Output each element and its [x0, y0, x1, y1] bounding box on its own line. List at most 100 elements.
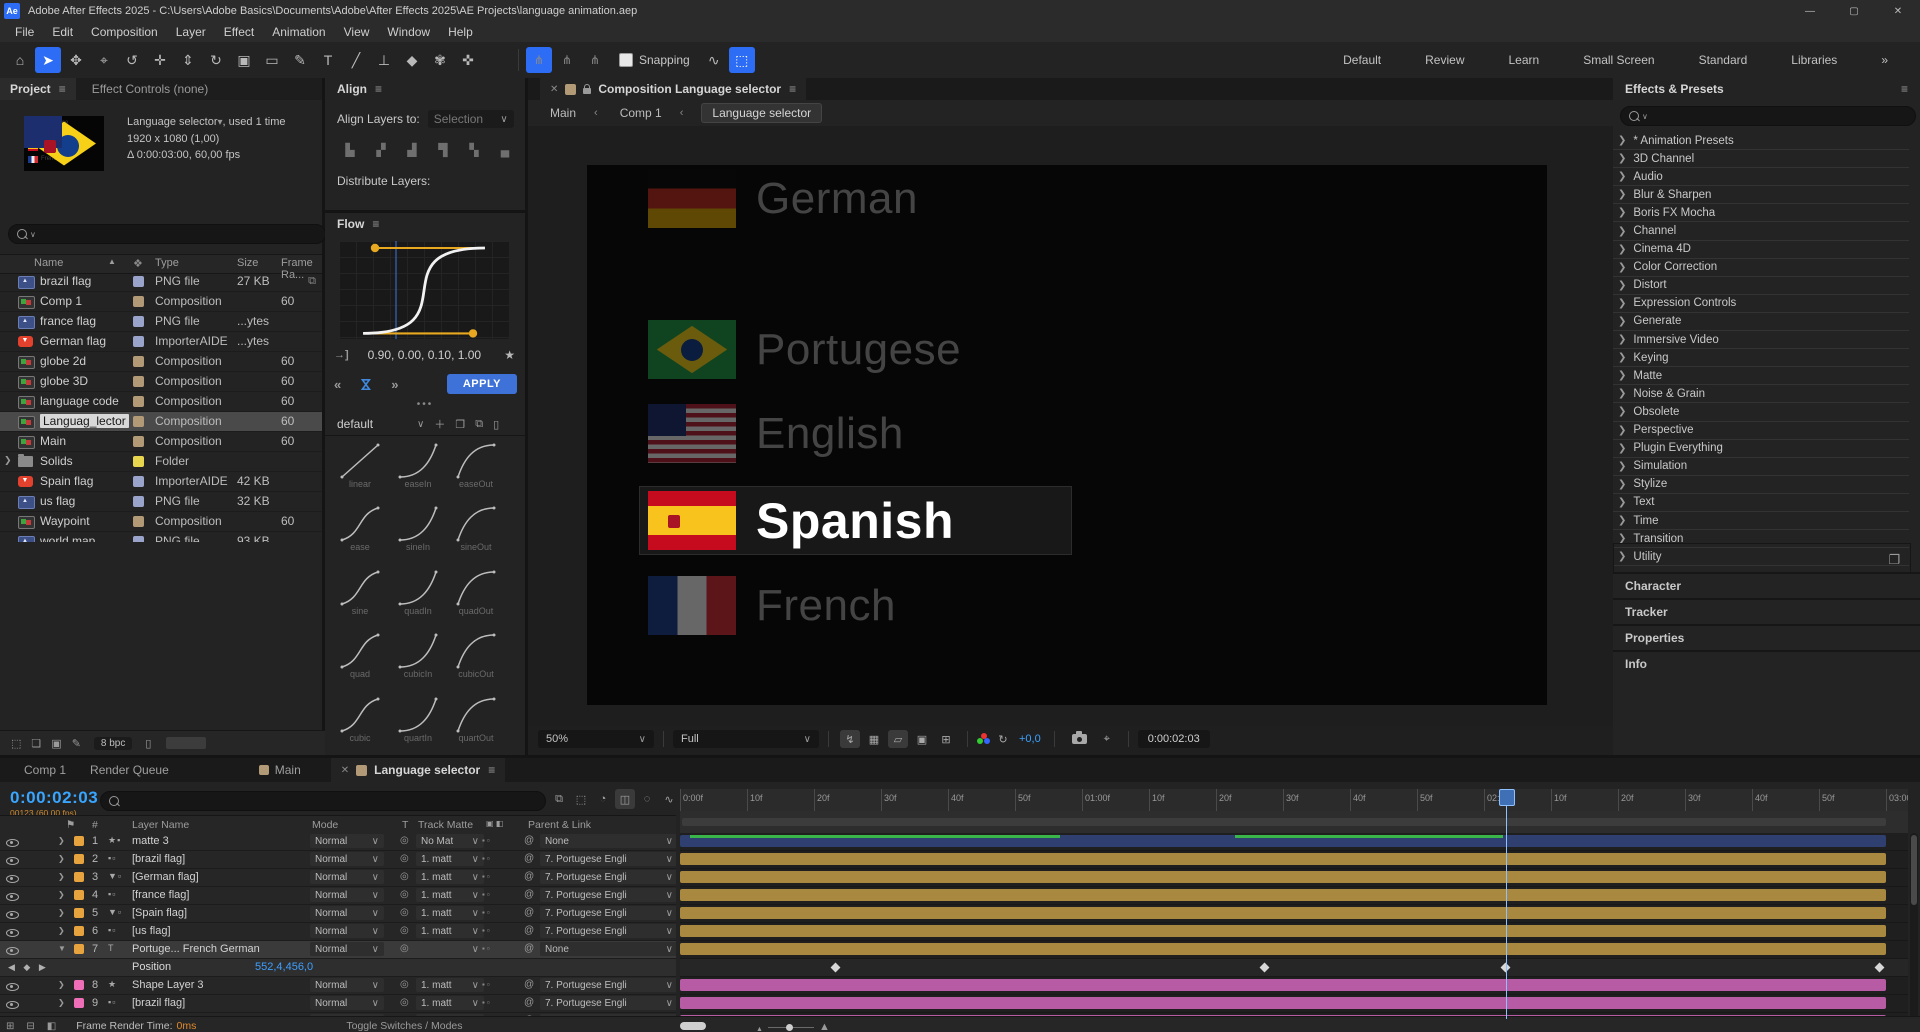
tab-language-selector[interactable]: ✕ Language selector ≡	[331, 758, 505, 782]
more-workspaces-button[interactable]: »	[1859, 53, 1910, 67]
chevron-right-icon[interactable]: ❯	[1618, 352, 1626, 363]
track-matte-dropdown[interactable]: 1. matt∨	[416, 924, 484, 938]
dolly-camera-tool-icon[interactable]: ⇕	[175, 47, 201, 73]
draft-3d-icon[interactable]: ⬚	[571, 789, 591, 809]
chevron-right-icon[interactable]: ❯	[1618, 189, 1626, 200]
layer-name[interactable]: matte 3	[132, 835, 169, 847]
preset-dropdown[interactable]: default	[337, 417, 373, 431]
parent-link-dropdown[interactable]: 7. Portugese Engli∨	[540, 852, 676, 866]
track-matte-dropdown[interactable]: 1. matt∨	[416, 870, 484, 884]
camera-tool-icon[interactable]: ▣	[231, 47, 257, 73]
menu-item[interactable]: Help	[439, 25, 482, 39]
label-color-chip[interactable]	[133, 316, 144, 327]
easing-preset[interactable]: cubicOut	[447, 631, 505, 693]
chevron-right-icon[interactable]: ❯	[1618, 370, 1626, 381]
pen-tool-icon[interactable]: ✎	[287, 47, 313, 73]
chevron-right-icon[interactable]: ❯	[1618, 425, 1626, 436]
matte-toggle-icons[interactable]: ▪▫	[482, 854, 492, 863]
layer-name[interactable]: [German flag]	[132, 871, 199, 883]
timeline-vertical-scrollbar[interactable]	[1910, 833, 1918, 1019]
effects-category[interactable]: ❯ Boris FX Mocha	[1613, 204, 1909, 222]
label-color-chip[interactable]	[74, 908, 84, 918]
label-color-chip[interactable]	[74, 980, 84, 990]
table-row[interactable]: language code Composition 60	[0, 392, 322, 412]
breadcrumb-main[interactable]: Main	[550, 106, 576, 120]
matte-toggle-icons[interactable]: ▪▫	[482, 998, 492, 1007]
table-row[interactable]: us flag PNG file 32 KB	[0, 492, 322, 512]
toggle-switches-modes-button[interactable]: Toggle Switches / Modes	[346, 1020, 462, 1032]
twirl-icon[interactable]: ❯	[58, 854, 65, 863]
chevron-right-icon[interactable]: ❯	[1618, 226, 1626, 237]
layer-row[interactable]: ❯ 1 ★▪ matte 3 Normal∨ ◎ No Mat∨ ▪▫ @ No…	[0, 833, 676, 851]
keyframe-icon[interactable]	[1875, 963, 1885, 973]
chevron-right-icon[interactable]: ❯	[1618, 262, 1626, 273]
easing-preset[interactable]: cubicIn	[389, 631, 447, 693]
hide-shy-layers-icon[interactable]: ◔	[593, 789, 613, 809]
align-h-center-icon[interactable]: ▞	[368, 140, 394, 160]
label-color-chip[interactable]	[133, 276, 144, 287]
time-ruler[interactable]: 0:00f10f20f30f40f50f01:00f10f20f30f40f50…	[680, 789, 1908, 812]
timeline-horizontal-scrollbar[interactable]	[680, 1022, 706, 1030]
table-row[interactable]: German flag ImporterAIDE ...ytes	[0, 332, 322, 352]
color-depth-button[interactable]: 8 bpc	[94, 737, 132, 750]
effects-category[interactable]: ❯ * Animation Presets	[1613, 132, 1909, 150]
col-size[interactable]: Size	[237, 257, 258, 269]
save-preset-icon[interactable]: ❐	[455, 418, 465, 431]
bezier-values[interactable]: 0.90, 0.00, 0.10, 1.00	[368, 348, 481, 362]
effects-category[interactable]: ❯ Stylize	[1613, 476, 1909, 494]
chevron-down-icon[interactable]: ∨	[417, 419, 424, 430]
layer-duration-bar[interactable]	[680, 889, 1886, 901]
twirl-icon[interactable]: ❯	[58, 836, 65, 845]
parent-link-dropdown[interactable]: 7. Portugese Engli∨	[540, 906, 676, 920]
label-color-chip[interactable]	[133, 296, 144, 307]
label-color-chip[interactable]	[133, 536, 144, 542]
workspace-tab[interactable]: Default	[1321, 53, 1403, 67]
graph-editor-icon[interactable]: ∿	[659, 789, 679, 809]
col-track-matte[interactable]: Track Matte	[418, 819, 473, 831]
property-label[interactable]: Position	[132, 961, 171, 973]
effects-category[interactable]: ❯ Keying	[1613, 349, 1909, 367]
timeline-zoom-control[interactable]: ▲ ▲	[756, 1021, 830, 1032]
col-layer-name[interactable]: Layer Name	[132, 819, 189, 831]
effects-category[interactable]: ❯ Audio	[1613, 168, 1909, 186]
label-color-chip[interactable]	[133, 476, 144, 487]
parent-link-dropdown[interactable]: None∨	[540, 834, 676, 848]
chevron-right-icon[interactable]: ❯	[1618, 135, 1626, 146]
matte-pickwhip-icon[interactable]: ◎	[400, 853, 409, 864]
expand-layers-icon[interactable]: ⊞	[6, 1021, 14, 1032]
scrollbar-thumb[interactable]	[1911, 835, 1917, 905]
parent-link-dropdown[interactable]: None∨	[540, 942, 676, 956]
col-mode[interactable]: Mode	[312, 819, 338, 831]
language-option[interactable]: Spanish	[640, 487, 1071, 554]
layer-name[interactable]: [brazil flag]	[132, 853, 185, 865]
blend-mode-dropdown[interactable]: Normal∨	[310, 978, 384, 992]
copy-preset-icon[interactable]: ⧉	[475, 418, 483, 431]
layer-duration-bar[interactable]	[680, 943, 1886, 955]
label-color-chip[interactable]	[133, 396, 144, 407]
panel-menu-icon[interactable]: ≡	[1901, 82, 1908, 96]
align-panel-header[interactable]: Align ≡	[325, 78, 525, 100]
easing-preset[interactable]: sineIn	[389, 504, 447, 566]
apply-button[interactable]: APPLY	[447, 374, 517, 394]
effects-category[interactable]: ❯ Noise & Grain	[1613, 385, 1909, 403]
flow-panel-header[interactable]: Flow ≡	[325, 213, 525, 235]
panel-character[interactable]: Character	[1613, 572, 1920, 598]
blend-mode-dropdown[interactable]: Normal∨	[310, 870, 384, 884]
property-value[interactable]: 552,4,456,0	[255, 961, 313, 973]
matte-toggle-icons[interactable]: ▪▫	[482, 908, 492, 917]
chevron-right-icon[interactable]: ❯	[1618, 207, 1626, 218]
visibility-eye-icon[interactable]	[6, 947, 19, 955]
chevron-right-icon[interactable]: ❯	[1618, 497, 1626, 508]
label-color-chip[interactable]	[133, 336, 144, 347]
blend-mode-dropdown[interactable]: Normal∨	[310, 996, 384, 1010]
layer-row[interactable]: ❯ 8 ★ Shape Layer 3 Normal∨ ◎ 1. matt∨ ▪…	[0, 977, 676, 995]
effects-category[interactable]: ❯ Channel	[1613, 222, 1909, 240]
maximize-button[interactable]: ▢	[1832, 0, 1876, 22]
easing-preset[interactable]: easeIn	[389, 441, 447, 503]
tab-comp1[interactable]: Comp 1	[24, 763, 66, 777]
twirl-icon[interactable]: ❯	[58, 998, 65, 1007]
layer-name[interactable]: Portuge... French German	[132, 943, 260, 955]
favorite-star-icon[interactable]: ★	[504, 348, 515, 362]
table-row[interactable]: brazil flag PNG file 27 KB	[0, 272, 322, 292]
table-row[interactable]: world map PNG file 93 KB	[0, 532, 322, 542]
